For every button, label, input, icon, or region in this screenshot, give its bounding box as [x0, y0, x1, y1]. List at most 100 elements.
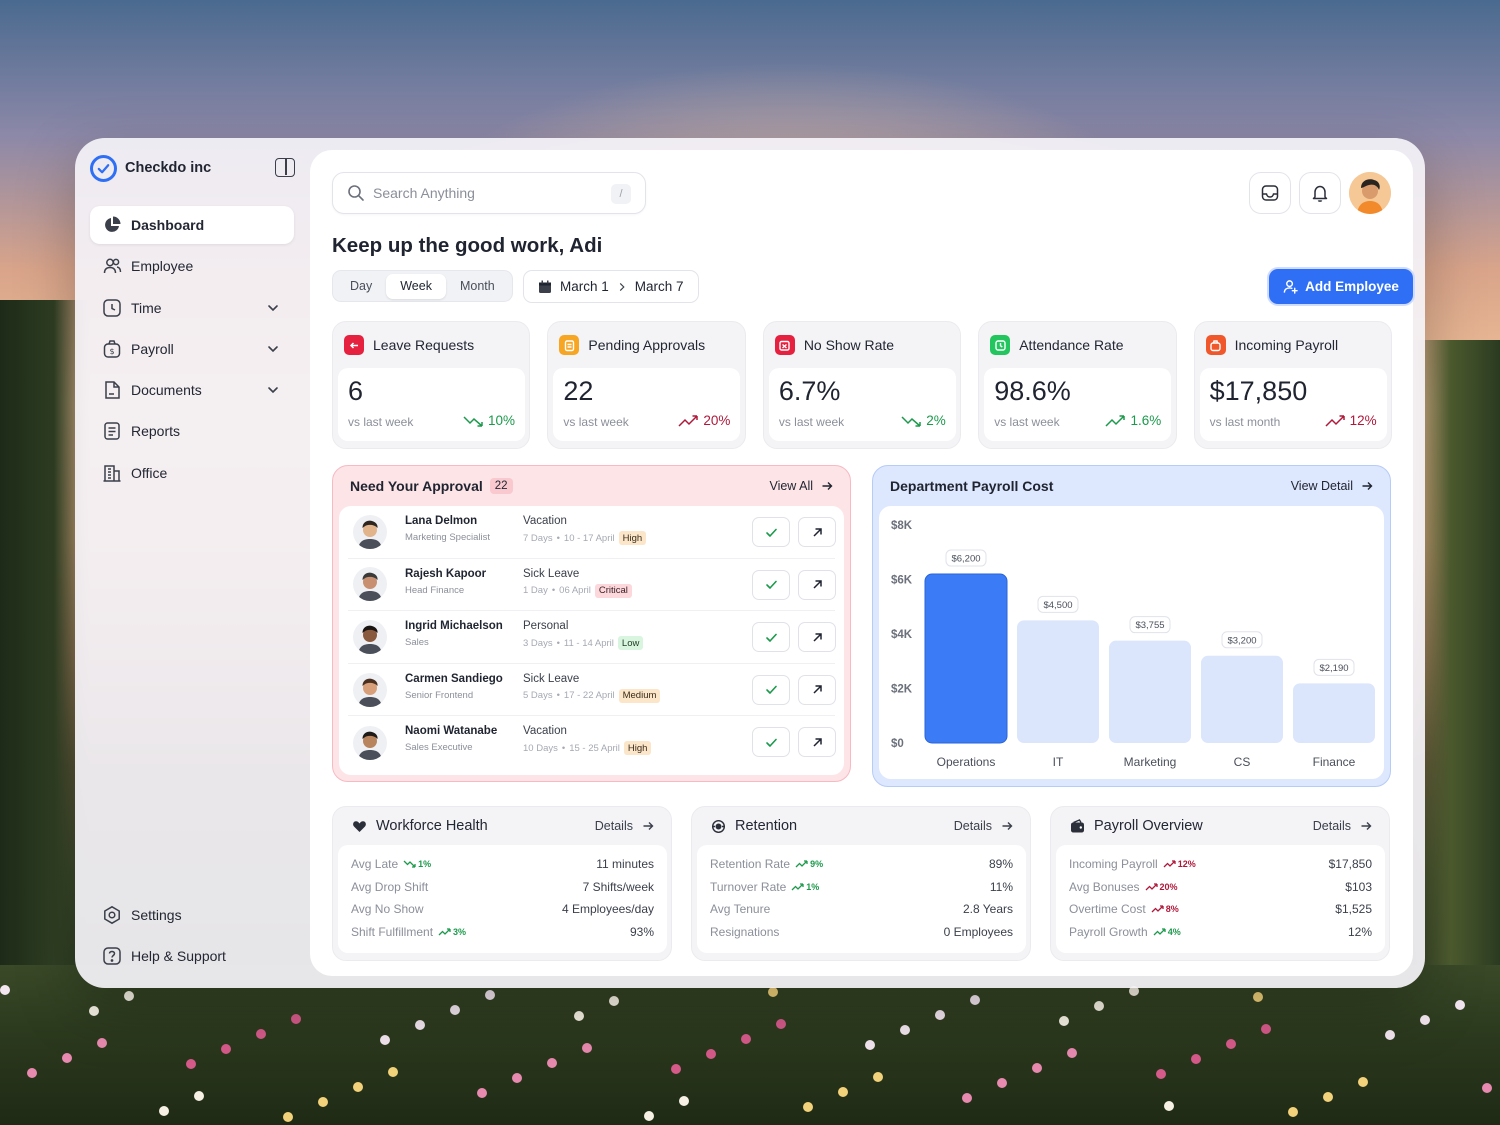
meadow-flower: [512, 1073, 522, 1083]
chevron-down-icon[interactable]: [266, 342, 280, 356]
meadow-flower: [609, 996, 619, 1006]
approval-row: Ingrid Michaelson Sales Personal 3 Days • 11 …: [348, 611, 836, 664]
sidebar-item-settings[interactable]: Settings: [90, 896, 294, 934]
approve-button[interactable]: [752, 622, 790, 653]
metric-value: 11%: [989, 879, 1013, 894]
kpi-value: 98.6%: [994, 376, 1071, 406]
sidebar-collapse-icon[interactable]: [275, 158, 295, 177]
details-link[interactable]: Details: [1313, 819, 1372, 833]
dollar-bag-icon: $: [102, 339, 122, 359]
date-range-picker[interactable]: March 1 March 7: [523, 270, 699, 303]
sidebar-item-documents[interactable]: Documents: [90, 371, 294, 409]
open-request-button[interactable]: [798, 727, 836, 758]
sidebar-item-employee[interactable]: Employee: [90, 247, 294, 285]
approve-button[interactable]: [752, 569, 790, 600]
pie-chart-icon: [102, 215, 122, 235]
approval-list: Lana Delmon Marketing Specialist Vacation 7…: [339, 506, 844, 775]
inbox-button[interactable]: [1249, 172, 1291, 214]
attendance-clock-icon: [990, 335, 1011, 355]
open-request-button[interactable]: [798, 517, 836, 547]
date-end: March 7: [634, 279, 684, 294]
meadow-flower: [1164, 1101, 1174, 1111]
priority-badge: High: [618, 531, 647, 545]
leave-type: Sick Leave: [523, 672, 580, 685]
arrow-up-right-icon: [812, 632, 822, 642]
period-day[interactable]: Day: [336, 274, 386, 299]
view-all-link[interactable]: View All: [769, 479, 833, 493]
summary-card-title: Retention: [735, 818, 798, 834]
metric-row: Avg Tenure 2.8 Years: [710, 898, 1013, 921]
kpi-card-leave-requests[interactable]: Leave Requests 6 vs last week 10%: [332, 321, 531, 449]
meadow-flower: [1455, 1000, 1465, 1010]
kpi-card-attendance-rate[interactable]: Attendance Rate 98.6% vs last week 1.6%: [978, 321, 1177, 449]
date-start: March 1: [560, 279, 609, 294]
bar-it[interactable]: [1017, 620, 1099, 743]
approve-button[interactable]: [752, 674, 790, 705]
approve-button[interactable]: [752, 517, 790, 547]
user-avatar[interactable]: [1349, 172, 1391, 214]
sidebar-item-payroll[interactable]: $ Payroll: [90, 330, 294, 368]
employee-avatar: [353, 567, 387, 602]
search-bar[interactable]: /: [332, 172, 646, 214]
kpi-card-no-show-rate[interactable]: No Show Rate 6.7% vs last week 2%: [762, 321, 962, 449]
leave-info: Sick Leave 1 Day • 06 April Critical: [523, 568, 753, 598]
kpi-comparison: vs last week: [994, 415, 1060, 429]
approve-button[interactable]: [752, 727, 790, 758]
metric-value: 89%: [988, 857, 1013, 872]
notifications-button[interactable]: [1299, 172, 1341, 214]
chevron-down-icon[interactable]: [266, 383, 280, 397]
open-request-button[interactable]: [798, 674, 836, 705]
calendar-icon: [539, 280, 551, 293]
trend-down-icon: [463, 415, 483, 427]
kpi-card-pending-approvals[interactable]: Pending Approvals 22 vs last week 20%: [547, 321, 746, 449]
sidebar-item-help[interactable]: Help & Support: [90, 937, 294, 975]
search-input[interactable]: [373, 185, 593, 201]
period-month[interactable]: Month: [446, 274, 509, 299]
view-all-label: View All: [769, 479, 813, 493]
bar-marketing[interactable]: [1109, 640, 1191, 743]
priority-badge: High: [623, 741, 652, 756]
separator-dot: •: [556, 532, 560, 544]
meadow-flower: [706, 1049, 716, 1059]
kpi-title: Pending Approvals: [588, 337, 706, 353]
metric-trend: 1%: [791, 882, 819, 892]
view-detail-link[interactable]: View Detail: [1291, 479, 1373, 493]
metric-value: 2.8 Years: [962, 902, 1013, 917]
kpi-value: 6.7%: [778, 376, 841, 406]
add-employee-button[interactable]: Add Employee: [1269, 269, 1413, 304]
employee-info: Lana Delmon Marketing Specialist: [405, 515, 520, 543]
meadow-flower: [838, 1087, 848, 1097]
kpi-title: Attendance Rate: [1019, 337, 1124, 353]
main-content: / Keep up the good work, Adi Day Week Mo…: [310, 150, 1413, 976]
users-icon: [102, 256, 122, 276]
kpi-trend-value: 10%: [487, 413, 515, 428]
approval-title: Need Your Approval 22: [350, 478, 513, 494]
approval-row: Lana Delmon Marketing Specialist Vacation 7…: [348, 506, 836, 559]
sidebar-item-office[interactable]: Office: [90, 454, 294, 492]
bar-operations[interactable]: [924, 573, 1008, 744]
bar-cs[interactable]: [1201, 655, 1283, 743]
employee-avatar: [353, 514, 387, 549]
period-week[interactable]: Week: [386, 273, 446, 299]
metric-value: 4 Employees/day: [561, 902, 654, 917]
summary-card-retention: Retention Details Retention Rate 9% 89% Turno…: [691, 806, 1031, 961]
sidebar-item-reports[interactable]: Reports: [90, 412, 294, 450]
add-user-icon: [1283, 280, 1298, 294]
details-link[interactable]: Details: [954, 819, 1013, 833]
summary-card-title: Workforce Health: [376, 818, 488, 834]
kpi-card-incoming-payroll[interactable]: Incoming Payroll $17,850 vs last month 1…: [1193, 321, 1393, 449]
meadow-flower: [477, 1088, 487, 1098]
metric-trend-value: 1%: [418, 859, 432, 870]
chevron-down-icon[interactable]: [266, 301, 280, 315]
bar-finance[interactable]: [1293, 683, 1375, 743]
details-label: Details: [1312, 819, 1351, 833]
dept-payroll-title: Department Payroll Cost: [890, 478, 1054, 494]
sidebar-item-time[interactable]: Time: [90, 289, 294, 327]
details-link[interactable]: Details: [595, 819, 654, 833]
open-request-button[interactable]: [798, 622, 836, 653]
sidebar-item-dashboard[interactable]: Dashboard: [90, 206, 294, 244]
open-request-button[interactable]: [798, 569, 836, 600]
app-window: Checkdo inc Dashboard Employee Time $ Pa…: [75, 138, 1425, 988]
meadow-flower: [1261, 1024, 1271, 1034]
metric-label: Incoming Payroll: [1069, 857, 1158, 872]
